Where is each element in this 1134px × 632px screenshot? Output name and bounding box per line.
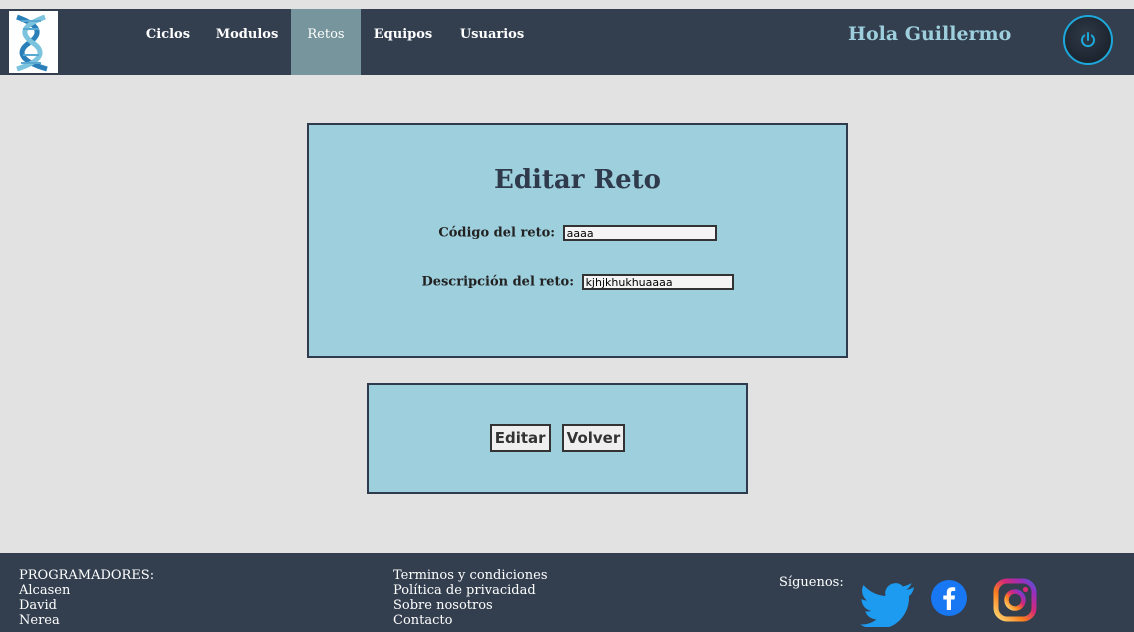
contact-link[interactable]: Contacto <box>393 613 548 628</box>
code-label: Código del reto: <box>438 225 556 241</box>
programmer-name: Nerea <box>19 613 60 628</box>
edit-button[interactable]: Editar <box>489 424 551 452</box>
footer-links: Terminos y condiciones Política de priva… <box>393 568 548 628</box>
facebook-icon[interactable] <box>930 579 968 621</box>
description-field-row: Descripción del reto: <box>309 274 846 290</box>
terms-link[interactable]: Terminos y condiciones <box>393 568 548 583</box>
edit-challenge-form: Editar Reto Código del reto: Descripción… <box>307 123 848 358</box>
code-input[interactable] <box>562 225 717 241</box>
greeting-text: Hola Guillermo <box>848 23 1012 45</box>
code-field-row: Código del reto: <box>309 225 846 241</box>
programmers-heading: PROGRAMADORES: <box>19 568 155 583</box>
instagram-icon[interactable] <box>993 578 1037 626</box>
twitter-icon[interactable] <box>860 581 916 631</box>
dna-logo-icon[interactable] <box>9 11 58 73</box>
programmer-name: David <box>19 598 57 613</box>
about-link[interactable]: Sobre nosotros <box>393 598 548 613</box>
nav-item-modulos[interactable]: Modulos <box>207 9 287 75</box>
back-button[interactable]: Volver <box>561 424 626 452</box>
follow-label: Síguenos: <box>779 575 844 590</box>
description-input[interactable] <box>581 274 734 290</box>
actions-row: Editar Volver <box>369 424 746 452</box>
nav-item-usuarios[interactable]: Usuarios <box>452 9 532 75</box>
actions-panel: Editar Volver <box>367 383 748 494</box>
power-icon <box>1081 32 1095 48</box>
form-title: Editar Reto <box>494 165 661 195</box>
programmer-name: Alcasen <box>19 583 71 598</box>
footer: PROGRAMADORES: Alcasen David Nerea Termi… <box>0 553 1134 632</box>
programmers-list: PROGRAMADORES: Alcasen David Nerea <box>19 568 154 628</box>
nav-item-equipos[interactable]: Equipos <box>367 9 439 75</box>
top-navigation-bar: Ciclos Modulos Retos Equipos Usuarios Ho… <box>0 9 1134 75</box>
nav-item-retos[interactable]: Retos <box>291 9 361 75</box>
logout-button[interactable] <box>1063 15 1113 65</box>
description-label: Descripción del reto: <box>421 274 575 290</box>
privacy-link[interactable]: Política de privacidad <box>393 583 548 598</box>
nav-item-ciclos[interactable]: Ciclos <box>133 9 203 75</box>
